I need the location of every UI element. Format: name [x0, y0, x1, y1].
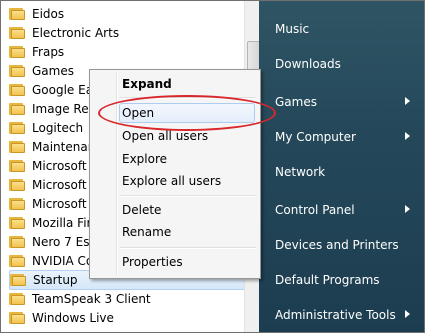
folder-icon — [9, 311, 25, 325]
menu-item-label: Control Panel — [275, 203, 355, 217]
folder-icon — [9, 7, 25, 21]
program-folder-windows-live[interactable]: Windows Live — [9, 308, 245, 328]
program-folder-label: Startup — [33, 273, 78, 287]
context-menu-explore-all-users[interactable]: Explore all users — [122, 174, 221, 188]
program-folder-fraps[interactable]: Fraps — [9, 42, 245, 62]
context-menu-separator — [120, 247, 256, 249]
program-folder-label: Electronic Arts — [32, 26, 120, 40]
program-folder-eidos[interactable]: Eidos — [9, 4, 245, 24]
folder-icon — [9, 197, 25, 211]
context-menu-delete[interactable]: Delete — [122, 203, 161, 217]
program-folder-label: Games — [32, 64, 74, 78]
submenu-arrow-icon — [405, 132, 410, 140]
menu-item-control-panel[interactable]: Control Panel — [275, 203, 355, 217]
menu-item-label: Default Programs — [275, 273, 380, 287]
context-menu-properties[interactable]: Properties — [122, 255, 183, 269]
folder-icon — [9, 235, 25, 249]
program-folder-label: Windows Live — [32, 311, 114, 325]
program-folder-label: Microsoft — [32, 178, 87, 192]
folder-icon — [9, 292, 25, 306]
menu-item-label: Devices and Printers — [275, 238, 399, 252]
menu-item-games[interactable]: Games — [275, 95, 317, 109]
context-menu-expand[interactable]: Expand — [122, 77, 172, 91]
folder-icon — [9, 254, 25, 268]
program-folder-label: Mozilla Fir — [32, 216, 92, 230]
menu-item-my-computer[interactable]: My Computer — [275, 130, 356, 144]
folder-icon — [9, 121, 25, 135]
submenu-arrow-icon — [405, 205, 410, 213]
program-folder-label: Microsoft — [32, 197, 87, 211]
folder-icon — [9, 45, 25, 59]
menu-item-downloads[interactable]: Downloads — [275, 57, 341, 71]
start-menu-window: Eidos Electronic Arts Fraps Games Google… — [0, 0, 425, 333]
submenu-arrow-icon — [405, 97, 410, 105]
menu-item-devices-and-printers[interactable]: Devices and Printers — [275, 238, 399, 252]
start-menu-right-pane: Music Downloads Games My Computer Networ… — [259, 1, 424, 332]
menu-item-label: Music — [275, 22, 310, 36]
folder-icon — [9, 102, 25, 116]
program-folder-label: Fraps — [32, 45, 65, 59]
menu-item-music[interactable]: Music — [275, 22, 309, 36]
menu-item-administrative-tools[interactable]: Administrative Tools — [275, 308, 396, 322]
folder-icon — [9, 216, 25, 230]
folder-icon — [10, 273, 26, 287]
program-folder-label: Nero 7 Ess — [32, 235, 96, 249]
program-folder-label: Image Rev — [32, 102, 96, 116]
program-folder-label: Google Ea — [32, 83, 94, 97]
annotation-ellipse — [98, 95, 276, 131]
program-folder-label: NVIDIA Co — [32, 254, 94, 268]
menu-item-label: Network — [275, 165, 326, 179]
folder-icon — [9, 140, 25, 154]
menu-item-label: Downloads — [275, 57, 341, 71]
menu-item-network[interactable]: Network — [275, 165, 325, 179]
folder-icon — [9, 159, 25, 173]
context-menu-explore[interactable]: Explore — [122, 152, 167, 166]
program-folder-label: Maintenar — [32, 140, 93, 154]
folder-icon — [9, 64, 25, 78]
context-menu-rename[interactable]: Rename — [122, 225, 171, 239]
folder-icon — [9, 83, 25, 97]
folder-icon — [9, 26, 25, 40]
program-folder-label: TeamSpeak 3 Client — [32, 292, 151, 306]
program-folder-label: Logitech — [32, 121, 84, 135]
program-folder-teamspeak[interactable]: TeamSpeak 3 Client — [9, 289, 245, 309]
menu-item-label: Games — [275, 95, 317, 109]
program-folder-label: Eidos — [32, 7, 65, 21]
menu-item-label: My Computer — [275, 130, 356, 144]
submenu-arrow-icon — [405, 310, 410, 318]
program-folder-electronic-arts[interactable]: Electronic Arts — [9, 23, 245, 43]
folder-icon — [9, 178, 25, 192]
menu-item-default-programs[interactable]: Default Programs — [275, 273, 380, 287]
program-folder-label: Microsoft — [32, 159, 87, 173]
menu-item-label: Administrative Tools — [275, 308, 396, 322]
context-menu-open-all-users[interactable]: Open all users — [122, 129, 208, 143]
context-menu-separator — [120, 195, 256, 197]
